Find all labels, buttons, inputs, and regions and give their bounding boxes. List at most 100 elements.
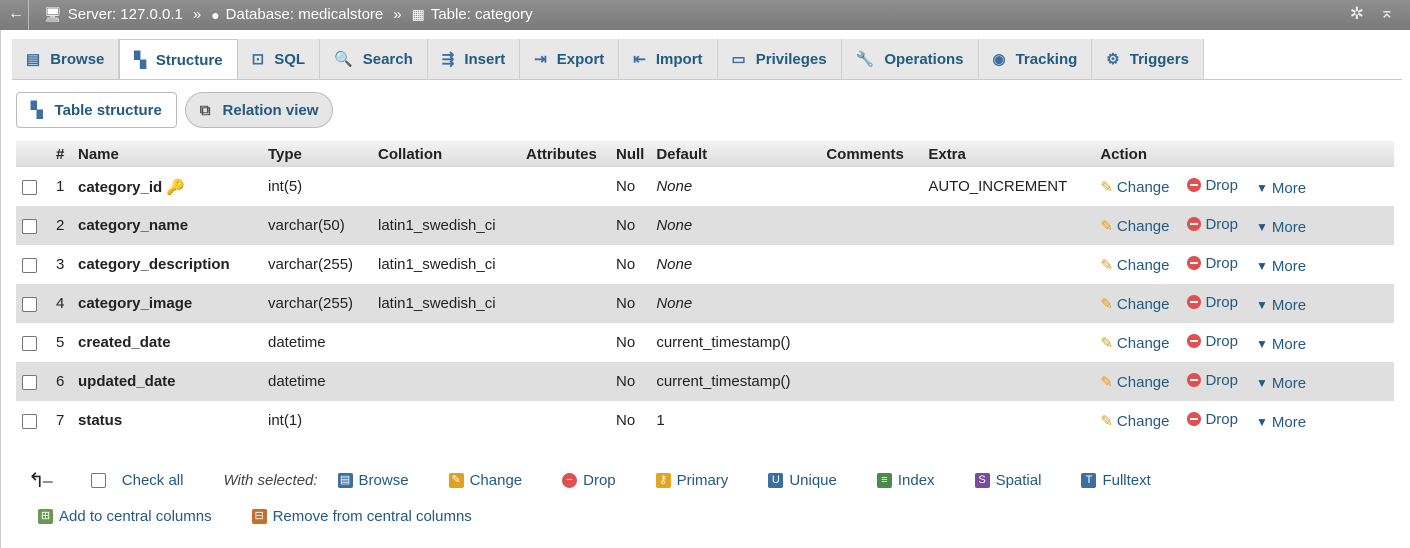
tab-sql[interactable]: ⊡ SQL <box>237 39 321 79</box>
check-all[interactable]: Check all <box>90 472 184 489</box>
tab-search[interactable]: 🔍 Search <box>320 39 428 79</box>
row-checkbox[interactable] <box>22 413 37 429</box>
bulk-drop-button[interactable]: − Drop <box>562 472 616 489</box>
header-attributes: Attributes <box>520 141 610 167</box>
change-button[interactable]: ✎ Change <box>1100 295 1169 314</box>
tab-privileges[interactable]: ▭ Privileges <box>717 39 842 79</box>
tab-table-structure[interactable]: ▚ Table structure <box>16 92 177 128</box>
bulk-index-button[interactable]: ≡ Index <box>876 472 935 489</box>
operations-icon: 🔧 <box>855 51 875 68</box>
more-label: More <box>1271 179 1307 197</box>
row-checkbox[interactable] <box>22 257 37 273</box>
table-row: 1 category_id 🔑 int(5) No None AUTO_INCREMENT ✎… <box>16 167 1394 206</box>
drop-button[interactable]: Drop <box>1187 372 1238 389</box>
cell-number: 5 <box>50 323 72 362</box>
tab-label: Browse <box>50 50 105 68</box>
change-button[interactable]: ✎ Change <box>1100 373 1170 392</box>
cell-comments <box>820 245 923 284</box>
change-button[interactable]: ✎ Change <box>1100 178 1169 197</box>
bulk-primary-button[interactable]: ⚷ Primary <box>655 472 728 489</box>
bulk-change-button[interactable]: ✎ Change <box>448 472 522 489</box>
more-button[interactable]: ▼ More <box>1256 375 1306 392</box>
row-checkbox[interactable] <box>22 218 37 234</box>
column-name[interactable]: status <box>78 412 122 429</box>
column-name[interactable]: category_image <box>78 295 192 312</box>
change-button[interactable]: ✎ Change <box>1100 217 1169 236</box>
row-checkbox[interactable] <box>22 374 37 390</box>
drop-button[interactable]: Drop <box>1187 177 1238 194</box>
drop-button[interactable]: Drop <box>1187 294 1238 311</box>
more-button[interactable]: ▼ More <box>1256 297 1306 314</box>
change-button[interactable]: ✎ Change <box>1100 334 1169 353</box>
cell-null: No <box>610 167 651 206</box>
column-name[interactable]: category_name <box>78 217 188 234</box>
drop-button[interactable]: Drop <box>1187 333 1238 350</box>
bulk-fulltext-button[interactable]: T Fulltext <box>1081 472 1151 489</box>
drop-button[interactable]: Drop <box>1187 255 1238 272</box>
change-button[interactable]: ✎ Change <box>1100 412 1169 431</box>
pencil-icon: ✎ <box>1100 413 1113 430</box>
bulk-spatial-button[interactable]: S Spatial <box>974 472 1041 489</box>
more-label: More <box>1271 296 1307 314</box>
bulk-unique-button[interactable]: U Unique <box>768 472 837 489</box>
check-all-label[interactable]: Check all <box>122 472 184 489</box>
cell-number: 2 <box>50 206 72 245</box>
row-checkbox[interactable] <box>22 335 37 351</box>
row-checkbox[interactable] <box>22 179 37 195</box>
tab-browse[interactable]: ▤ Browse <box>12 39 120 79</box>
header-name[interactable]: Name <box>72 141 262 167</box>
cell-default: 1 <box>650 401 821 440</box>
more-button[interactable]: ▼ More <box>1256 336 1306 353</box>
triangle-down-icon: ▼ <box>1255 259 1268 273</box>
drop-label: Drop <box>1205 371 1238 389</box>
tracking-icon: ◉ <box>992 51 1006 68</box>
tab-export[interactable]: ⇥ Export <box>520 39 620 79</box>
cell-extra <box>922 401 1095 440</box>
more-button[interactable]: ▼ More <box>1256 219 1306 236</box>
structure-icon: ▚ <box>134 52 146 69</box>
more-label: More <box>1271 218 1307 236</box>
collapse-icon[interactable]: ⌅ <box>1380 3 1394 23</box>
sql-icon: ⊡ <box>251 51 265 68</box>
cell-type: datetime <box>262 323 372 362</box>
more-button[interactable]: ▼ More <box>1256 258 1306 275</box>
cell-comments <box>820 284 923 323</box>
column-name[interactable]: category_description <box>78 256 230 273</box>
breadcrumb-table[interactable]: Table: category <box>431 6 533 23</box>
breadcrumb-server[interactable]: Server: 127.0.0.1 <box>68 6 183 23</box>
drop-button[interactable]: Drop <box>1187 216 1238 233</box>
tab-label: Triggers <box>1129 50 1189 68</box>
tab-insert[interactable]: ⇶ Insert <box>427 39 521 79</box>
bulk-browse-button[interactable]: ▤ Browse <box>337 472 409 489</box>
tab-structure[interactable]: ▚ Structure <box>119 39 238 80</box>
drop-label: Drop <box>1205 176 1238 194</box>
row-checkbox[interactable] <box>22 296 37 312</box>
gear-icon[interactable]: ✲ <box>1350 4 1364 24</box>
select-arrow-icon: ↰⎯ <box>28 470 53 492</box>
column-name[interactable]: category_id <box>78 179 162 196</box>
column-name[interactable]: updated_date <box>78 373 176 390</box>
add-central-columns-button[interactable]: ⊞ Add to central columns <box>38 508 212 525</box>
breadcrumb-database[interactable]: Database: medicalstore <box>226 6 384 23</box>
tab-triggers[interactable]: ⚙ Triggers <box>1092 39 1204 79</box>
tab-relation-view[interactable]: ⧉ Relation view <box>184 92 334 128</box>
change-button[interactable]: ✎ Change <box>1100 256 1169 275</box>
table-row: 6 updated_date datetime No current_timestamp… <box>16 362 1394 401</box>
tab-tracking[interactable]: ◉ Tracking <box>978 39 1093 79</box>
tab-operations[interactable]: 🔧 Operations <box>841 39 979 79</box>
drop-button[interactable]: Drop <box>1187 411 1238 428</box>
column-name[interactable]: created_date <box>78 334 171 351</box>
cell-action: ✎ Change Drop ▼ More <box>1094 323 1394 362</box>
change-label: Change <box>1116 373 1170 391</box>
more-button[interactable]: ▼ More <box>1256 180 1306 197</box>
more-label: More <box>1271 413 1307 431</box>
more-button[interactable]: ▼ More <box>1256 414 1306 431</box>
back-arrow-icon[interactable]: ← <box>8 5 24 23</box>
privileges-icon: ▭ <box>731 51 746 68</box>
remove-central-columns-button[interactable]: ⊟ Remove from central columns <box>251 508 472 525</box>
bulk-actions-bar: ↰⎯ Check all With selected: ▤ Browse ✎ Chan… <box>28 468 1191 493</box>
cell-default: None <box>650 206 821 245</box>
tab-import[interactable]: ⇤ Import <box>619 39 718 79</box>
table-row: 7 status int(1) No 1 ✎ Change Drop ▼ More <box>16 401 1394 440</box>
check-all-checkbox[interactable] <box>90 473 106 488</box>
